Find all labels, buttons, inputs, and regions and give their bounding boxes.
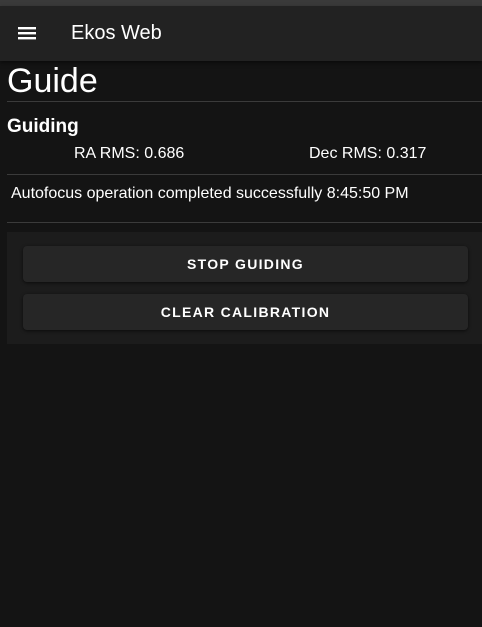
divider <box>7 174 482 175</box>
actions-panel: STOP GUIDING CLEAR CALIBRATION <box>7 232 482 344</box>
clear-calibration-button[interactable]: CLEAR CALIBRATION <box>23 294 468 330</box>
app-title: Ekos Web <box>71 22 162 44</box>
guiding-heading: Guiding <box>7 116 79 137</box>
dec-rms-value: Dec RMS: 0.317 <box>309 145 427 162</box>
status-message: Autofocus operation completed successful… <box>11 185 409 202</box>
page-title: Guide <box>7 62 98 100</box>
divider <box>7 101 482 102</box>
divider <box>7 222 482 223</box>
ra-rms-value: RA RMS: 0.686 <box>74 145 185 162</box>
menu-icon <box>17 25 37 41</box>
app-bar: Ekos Web <box>0 6 482 61</box>
menu-button[interactable] <box>12 18 42 48</box>
stop-guiding-button[interactable]: STOP GUIDING <box>23 246 468 282</box>
